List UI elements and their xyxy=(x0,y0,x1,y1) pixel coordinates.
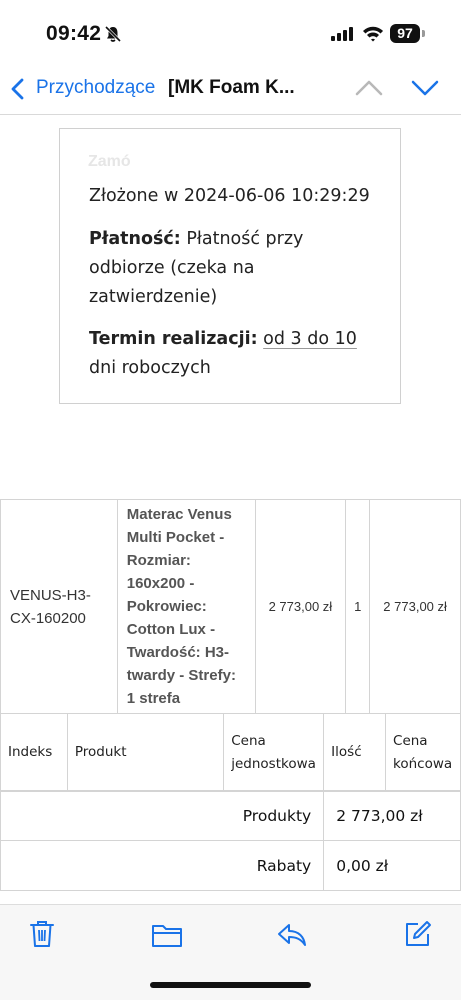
summary-label: Produkty xyxy=(0,790,325,841)
cellular-signal-icon xyxy=(331,27,353,41)
name-line: Pokrowiec: xyxy=(126,598,207,615)
header-product: Produkt xyxy=(66,713,225,792)
name-line: 160x200 - xyxy=(126,575,195,592)
header-total: Cena końcowa xyxy=(385,713,461,792)
trash-icon[interactable] xyxy=(29,919,55,949)
term-label: Termin realizacji: xyxy=(89,329,258,349)
chevron-down-icon[interactable] xyxy=(411,78,439,98)
reply-icon[interactable] xyxy=(277,922,307,948)
term-value: od 3 do 10 xyxy=(263,329,357,349)
name-line: Cotton Lux - xyxy=(126,621,216,638)
item-sku: VENUS-H3- CX-160200 xyxy=(0,499,118,714)
header-total-l2: końcowa xyxy=(393,755,453,772)
order-items-table: VENUS-H3- CX-160200 Materac Venus Multi … xyxy=(0,499,461,714)
item-total: 2 773,00 zł xyxy=(369,499,461,714)
item-quantity: 1 xyxy=(345,499,371,714)
order-summary-table: Produkty 2 773,00 zł Rabaty 0,00 zł xyxy=(0,790,461,891)
email-subject: [MK Foam K... xyxy=(168,77,295,98)
summary-row: Rabaty 0,00 zł xyxy=(0,840,461,891)
term-value-l2: dni roboczych xyxy=(89,358,211,378)
summary-value: 2 773,00 zł xyxy=(323,790,461,841)
name-line: 1 strefa xyxy=(126,690,181,707)
folder-icon[interactable] xyxy=(151,922,183,948)
payment-info: Płatność: Płatność przy odbiorze (czeka … xyxy=(89,225,389,312)
name-line: Multi Pocket - xyxy=(126,529,225,546)
items-header-table: Indeks Produkt Cena jednostkowa Ilość Ce… xyxy=(0,713,461,792)
summary-row: Produkty 2 773,00 zł xyxy=(0,790,461,841)
wifi-icon xyxy=(363,26,383,42)
bell-muted-icon xyxy=(104,25,122,43)
table-row: VENUS-H3- CX-160200 Materac Venus Multi … xyxy=(0,499,461,714)
payment-value-l1: Płatność przy xyxy=(186,229,304,249)
compose-icon[interactable] xyxy=(404,920,432,948)
battery-indicator: 97 xyxy=(390,24,420,43)
payment-value-l2: odbiorze (czeka na xyxy=(89,258,255,278)
home-indicator xyxy=(150,982,311,988)
status-time: 09:42 xyxy=(46,22,102,45)
header-index: Indeks xyxy=(0,713,68,792)
status-bar: 09:42 97 xyxy=(0,0,461,64)
header-total-l1: Cena xyxy=(393,732,428,749)
sku-line-2: CX-160200 xyxy=(10,609,86,627)
chevron-up-icon[interactable] xyxy=(355,78,383,98)
order-placed-date: Złożone w 2024-06-06 10:29:29 xyxy=(89,186,370,206)
header-quantity: Ilość xyxy=(323,713,387,792)
name-line: Twardość: H3- xyxy=(126,644,229,661)
chevron-left-icon[interactable] xyxy=(10,78,24,100)
header-unit-price: Cena jednostkowa xyxy=(223,713,325,792)
back-to-inbox-link[interactable]: Przychodzące xyxy=(36,77,155,99)
order-heading-cut: Zamó xyxy=(88,153,131,170)
item-name: Materac Venus Multi Pocket - Rozmiar: 16… xyxy=(116,499,256,714)
item-unit-price: 2 773,00 zł xyxy=(254,499,347,714)
mail-nav-bar: Przychodzące [MK Foam K... xyxy=(0,64,461,115)
payment-label: Płatność: xyxy=(89,229,181,249)
summary-value: 0,00 zł xyxy=(323,840,461,891)
name-line: Materac Venus xyxy=(126,506,232,523)
header-unit-l1: Cena xyxy=(231,732,266,749)
sku-line-1: VENUS-H3- xyxy=(10,586,91,604)
delivery-term: Termin realizacji: od 3 do 10 dni robocz… xyxy=(89,325,389,383)
battery-tip xyxy=(422,30,425,37)
header-unit-l2: jednostkowa xyxy=(231,755,316,772)
name-line: twardy - Strefy: xyxy=(126,667,236,684)
summary-label: Rabaty xyxy=(0,840,325,891)
table-header-row: Indeks Produkt Cena jednostkowa Ilość Ce… xyxy=(0,713,461,792)
name-line: Rozmiar: xyxy=(126,552,191,569)
payment-value-l3: zatwierdzenie) xyxy=(89,287,218,307)
order-info-card: Zamó Złożone w 2024-06-06 10:29:29 Płatn… xyxy=(59,128,401,404)
